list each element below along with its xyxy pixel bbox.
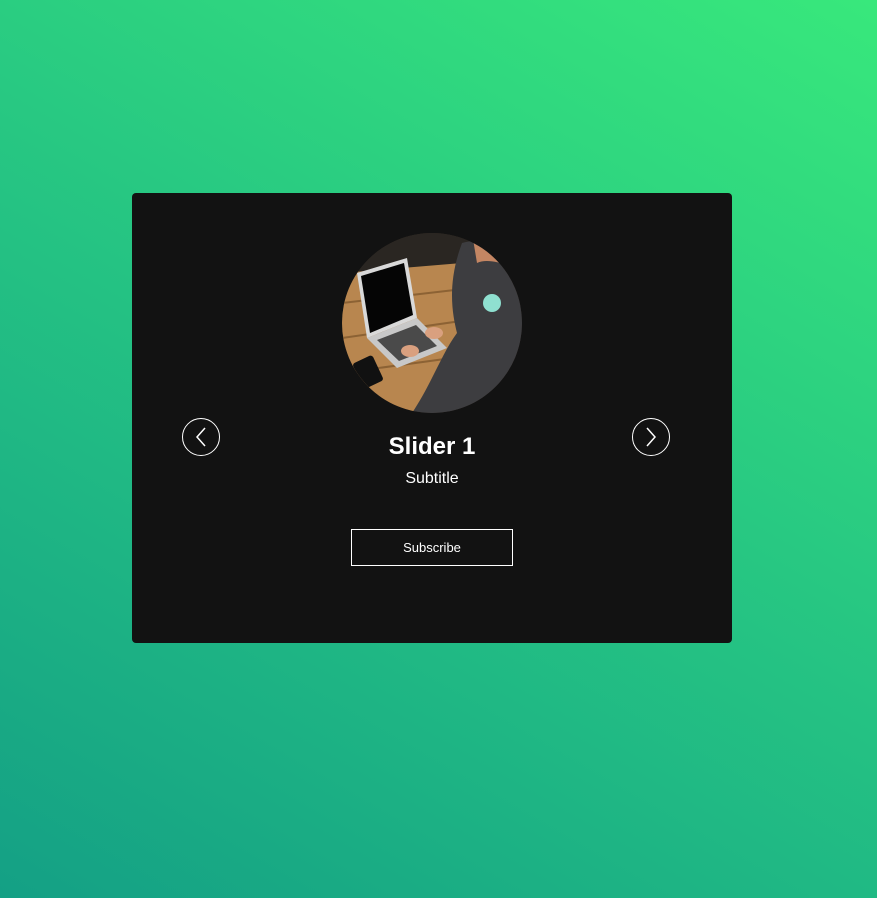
slide-title: Slider 1	[388, 433, 476, 460]
slide-image	[342, 233, 522, 413]
slider-card: Slider 1 Subtitle Subscribe	[132, 193, 732, 643]
subscribe-button[interactable]: Subscribe	[351, 529, 513, 566]
laptop-photo-icon	[342, 233, 522, 413]
slide-subtitle: Subtitle	[405, 470, 459, 487]
